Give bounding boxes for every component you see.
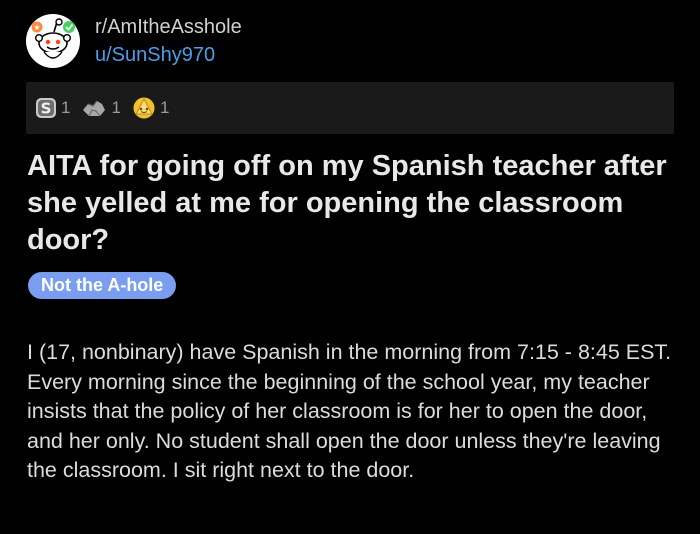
snoo-avatar-icon[interactable]: ★	[26, 14, 80, 68]
awards-bar[interactable]: S 1 1 1	[26, 82, 674, 134]
author-info: r/AmItheAsshole u/SunShy970	[95, 14, 242, 68]
post-flair-badge[interactable]: Not the A-hole	[28, 272, 177, 299]
author-username[interactable]: u/SunShy970	[95, 42, 242, 68]
helpful-award-icon	[83, 100, 106, 117]
wholesome-award-icon	[133, 97, 155, 119]
award-count: 1	[111, 98, 121, 117]
award-silver[interactable]: S 1	[34, 96, 70, 120]
post-title[interactable]: AITA for going off on my Spanish teacher…	[27, 148, 677, 259]
svg-text:S: S	[41, 100, 52, 118]
subreddit-name[interactable]: r/AmItheAsshole	[95, 14, 242, 40]
silver-award-icon: S	[36, 98, 56, 118]
svg-text:★: ★	[33, 23, 40, 32]
post-header: ★ r/AmItheAsshole u/SunShy970	[26, 13, 242, 69]
award-count: 1	[61, 98, 71, 117]
post-body-text: I (17, nonbinary) have Spanish in the mo…	[27, 340, 672, 482]
award-helpful[interactable]: 1	[80, 96, 121, 120]
award-wholesome[interactable]: 1	[131, 96, 169, 120]
award-count: 1	[159, 98, 170, 117]
